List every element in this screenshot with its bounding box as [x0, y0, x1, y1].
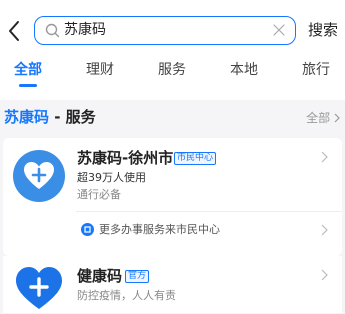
section-more-link[interactable]: 全部: [306, 110, 340, 126]
usage-stats: 超39万人使用: [77, 171, 146, 184]
result-name: 苏康码-徐州市: [77, 149, 174, 167]
result-card-sukangma-xuzhou[interactable]: 苏康码-徐州市 市民中心 超39万人使用 通行必备 更多办事服务来市民中心: [3, 138, 342, 256]
chevron-right-icon: [321, 224, 328, 236]
heart-plus-icon: [16, 267, 62, 309]
back-arrow-icon[interactable]: [7, 20, 21, 42]
provider-badge: 市民中心: [174, 152, 217, 165]
search-input[interactable]: 苏康码: [34, 16, 296, 45]
tab-all[interactable]: 全部: [14, 60, 42, 80]
search-icon: [45, 23, 60, 38]
tab-finance[interactable]: 理财: [86, 60, 114, 80]
tab-services[interactable]: 服务: [158, 60, 186, 80]
result-name: 健康码: [77, 267, 123, 285]
top-bar: 苏康码 搜索 全部 理财 服务 本地 旅行: [0, 0, 345, 100]
result-card-health-code[interactable]: 健康码 官方 防控疫情，人人有责: [3, 256, 342, 313]
section-more-label: 全部: [306, 111, 331, 125]
search-button[interactable]: 搜索: [308, 20, 338, 40]
category-tabs: 全部 理财 服务 本地 旅行: [0, 60, 345, 88]
result-description: 防控疫情，人人有责: [77, 289, 176, 302]
heart-plus-icon: [13, 150, 65, 202]
chevron-right-icon: [321, 269, 328, 281]
tab-travel[interactable]: 旅行: [302, 60, 330, 80]
chevron-right-icon: [334, 113, 340, 123]
divider: [76, 211, 342, 212]
tab-local[interactable]: 本地: [230, 60, 258, 80]
service-center-icon: [81, 223, 94, 236]
chevron-right-icon: [321, 151, 328, 163]
active-tab-indicator: [19, 84, 37, 87]
search-query-text: 苏康码: [64, 22, 106, 38]
section-title-suffix: - 服务: [49, 108, 96, 126]
more-services-text: 更多办事服务来市民中心: [99, 223, 220, 236]
section-title-keyword: 苏康码: [4, 108, 50, 126]
clear-icon[interactable]: [273, 24, 285, 36]
result-tag: 通行必备: [77, 188, 121, 201]
official-badge: 官方: [125, 270, 150, 283]
section-header: 苏康码 - 服务 全部: [0, 100, 345, 136]
section-title: 苏康码 - 服务: [4, 107, 96, 127]
